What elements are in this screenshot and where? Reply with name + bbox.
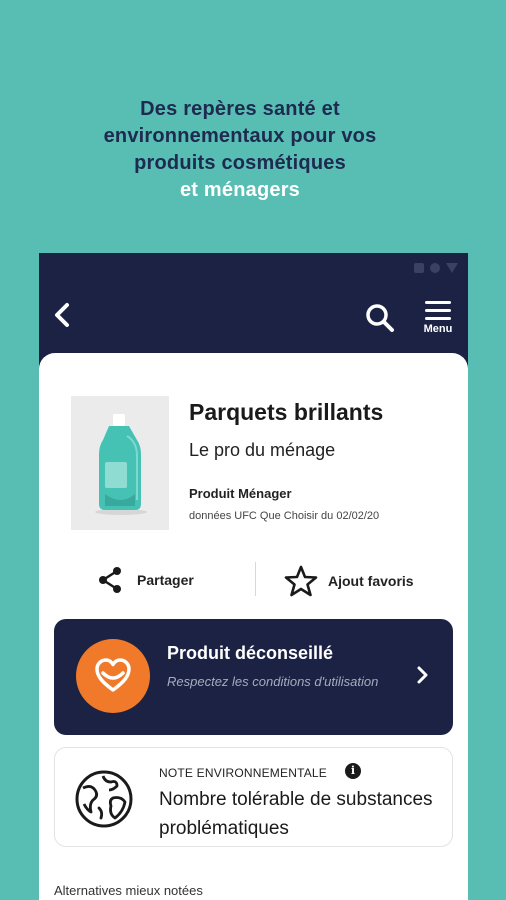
phone-screen: Menu Parquets brillants Le pro du ménage… [39, 253, 468, 900]
product-sheet: Parquets brillants Le pro du ménage Prod… [39, 353, 468, 900]
environment-text: Nombre tolérable de substances problémat… [159, 789, 433, 839]
search-button[interactable] [365, 303, 395, 333]
promo-line-2: environnementaux pour vos [103, 125, 377, 147]
alternatives-heading: Alternatives mieux notées [54, 883, 203, 898]
globe-icon [73, 768, 135, 835]
promo-line-3: produits cosmétiques [134, 152, 346, 174]
app-bar: Menu [39, 293, 468, 353]
heart-icon [95, 658, 131, 692]
back-arrow-icon [55, 303, 69, 327]
status-icon [414, 263, 424, 273]
back-button[interactable] [51, 301, 75, 329]
environment-label: NOTE ENVIRONNEMENTALE [159, 766, 327, 780]
rating-badge [76, 639, 150, 713]
promo-line-1: Des repères santé et [140, 98, 340, 120]
promo-line-4: et ménagers [179, 179, 301, 201]
rating-subtitle: Respectez les conditions d'utilisation [167, 674, 379, 689]
product-category: Produit Ménager [189, 486, 292, 501]
menu-button[interactable]: Menu [420, 301, 456, 341]
info-icon[interactable]: i [345, 763, 361, 779]
bottle-icon [95, 414, 147, 515]
menu-label: Menu [423, 323, 453, 335]
share-icon [99, 567, 121, 593]
rating-title: Produit déconseillé [167, 643, 334, 663]
chevron-right-icon [416, 665, 430, 690]
share-label: Partager [137, 572, 194, 588]
favorite-button[interactable]: Ajout favoris [284, 564, 414, 598]
search-icon [366, 304, 394, 332]
menu-icon [425, 301, 451, 320]
product-source: données UFC Que Choisir du 02/02/20 [189, 510, 380, 522]
product-title: Parquets brillants [189, 399, 384, 425]
share-button[interactable]: Partager [97, 566, 194, 594]
status-icon [430, 263, 440, 273]
environment-card[interactable]: NOTE ENVIRONNEMENTALE i Nombre tolérable… [54, 747, 453, 847]
rating-card[interactable]: Produit déconseillé Respectez les condit… [54, 619, 453, 735]
favorite-label: Ajout favoris [328, 573, 414, 589]
status-bar [414, 261, 458, 275]
action-row: Partager Ajout favoris [39, 558, 468, 608]
promo-headline: Des repères santé et environnementaux po… [0, 96, 480, 204]
star-icon [284, 565, 318, 597]
divider [255, 562, 256, 596]
signal-icon [446, 263, 458, 273]
product-brand: Le pro du ménage [189, 440, 336, 460]
product-image [71, 396, 169, 530]
